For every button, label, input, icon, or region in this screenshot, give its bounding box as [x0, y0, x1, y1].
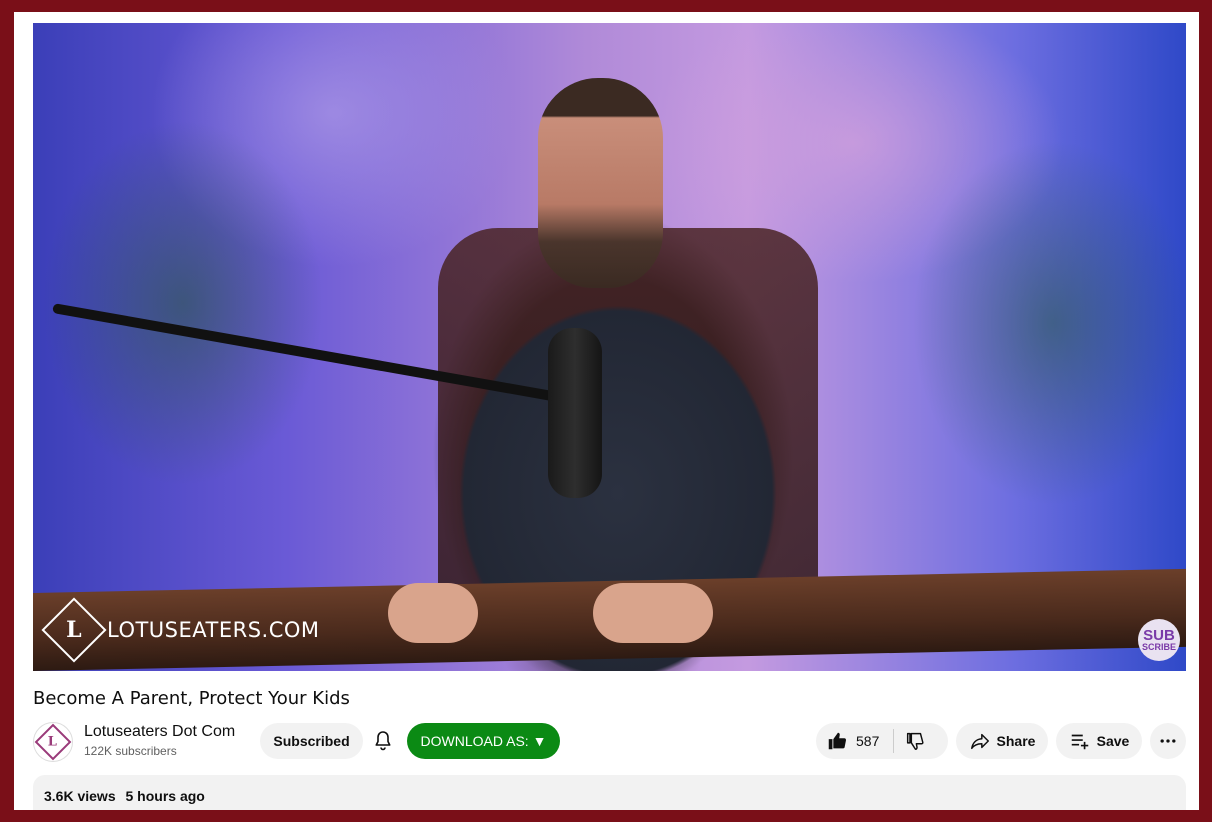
avatar-letter: L: [48, 734, 58, 750]
avatar-logo-icon: L: [34, 723, 72, 761]
video-watermark: L LOTUSEATERS.COM: [41, 597, 320, 663]
logo-letter: L: [66, 617, 82, 643]
subscribe-watermark-badge[interactable]: SUB SCRIBE: [1138, 619, 1180, 661]
channel-action-row: L Lotuseaters Dot Com 122K subscribers S…: [33, 721, 1186, 762]
more-actions-button[interactable]: [1150, 723, 1186, 759]
dislike-button[interactable]: [894, 723, 936, 759]
download-as-button[interactable]: DOWNLOAD AS: ▼: [407, 723, 560, 759]
save-button[interactable]: Save: [1056, 723, 1142, 759]
like-button[interactable]: 587: [816, 723, 893, 759]
watch-page: L LOTUSEATERS.COM SUB SCRIBE Become A Pa…: [14, 12, 1199, 810]
video-scene-hand-left: [388, 583, 478, 643]
lotus-logo-icon: L: [41, 597, 107, 663]
video-player[interactable]: L LOTUSEATERS.COM SUB SCRIBE: [33, 23, 1186, 671]
share-label: Share: [996, 733, 1036, 749]
like-count: 587: [856, 733, 880, 749]
watermark-text: LOTUSEATERS.COM: [107, 618, 320, 642]
view-count: 3.6K views: [44, 788, 116, 804]
description-box[interactable]: 3.6K views 5 hours ago: [33, 775, 1186, 810]
channel-name[interactable]: Lotuseaters Dot Com: [84, 723, 235, 741]
save-label: Save: [1096, 733, 1130, 749]
video-scene-head: [538, 78, 663, 288]
description-meta: 3.6K views 5 hours ago: [44, 788, 205, 804]
video-title: Become A Parent, Protect Your Kids: [33, 688, 350, 709]
video-scene-microphone: [548, 328, 602, 498]
bell-icon[interactable]: [371, 729, 395, 753]
save-playlist-icon: [1071, 734, 1088, 750]
like-dislike-group: 587: [816, 723, 948, 759]
share-icon: [970, 733, 989, 750]
posted-time: 5 hours ago: [125, 788, 205, 804]
thumbs-down-icon: [907, 732, 924, 750]
more-icon: [1160, 739, 1176, 743]
subscribe-badge-bottom: SCRIBE: [1141, 642, 1176, 652]
subscribe-badge-top: SUB: [1143, 627, 1175, 644]
subscriber-count: 122K subscribers: [84, 744, 177, 758]
share-button[interactable]: Share: [956, 723, 1048, 759]
subscribed-button[interactable]: Subscribed: [260, 723, 363, 759]
thumbs-up-icon: [828, 732, 847, 750]
channel-avatar[interactable]: L: [33, 722, 73, 762]
video-scene-hand-right: [593, 583, 713, 643]
